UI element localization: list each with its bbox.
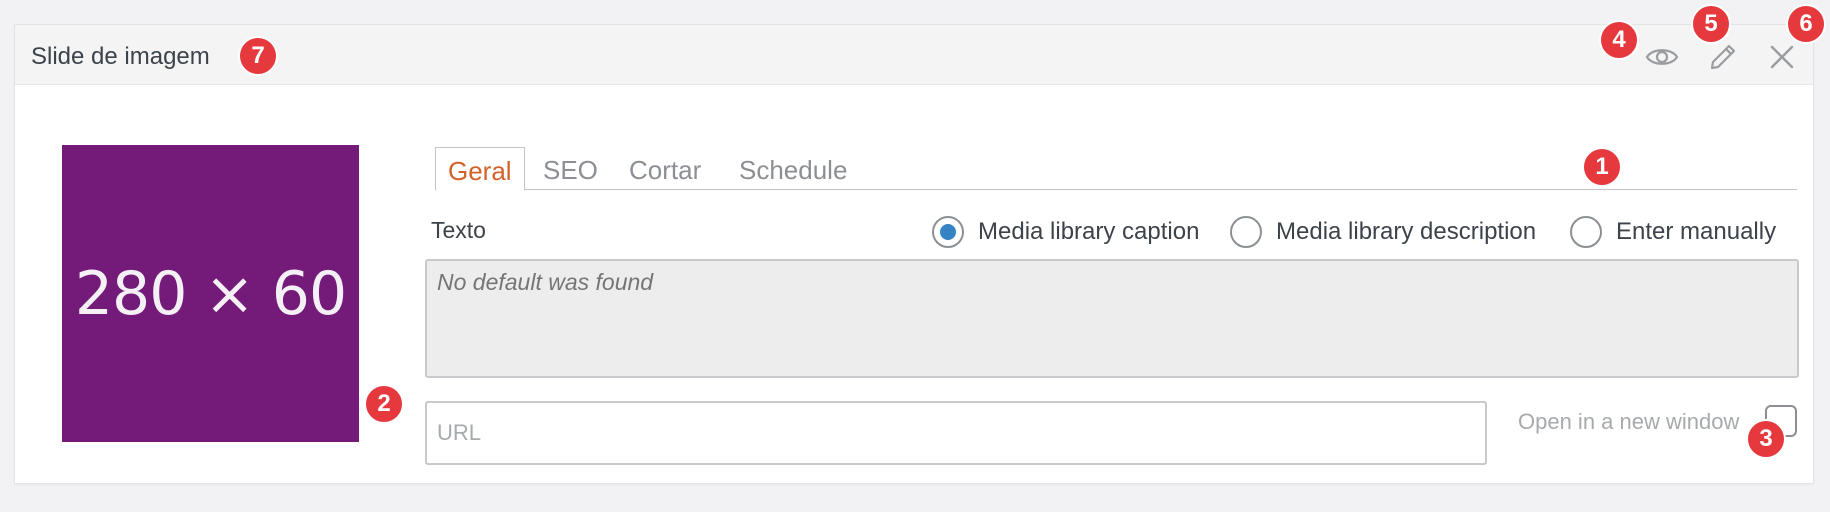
radio-selected-dot bbox=[940, 224, 956, 240]
image-thumbnail: 280 × 60 bbox=[62, 145, 359, 442]
image-slide-panel: Slide de imagem 280 × 60 Geral SEO Corta… bbox=[14, 24, 1814, 484]
radio-button[interactable] bbox=[932, 216, 964, 248]
open-new-window-label: Open in a new window bbox=[1518, 409, 1740, 434]
callout-badge: 7 bbox=[238, 36, 278, 76]
radio-enter-manually[interactable]: Enter manually bbox=[1570, 215, 1776, 249]
radio-media-library-description[interactable]: Media library description bbox=[1230, 215, 1536, 249]
radio-label: Media library description bbox=[1276, 218, 1537, 245]
panel-title: Slide de imagem bbox=[31, 43, 210, 70]
radio-button[interactable] bbox=[1230, 216, 1262, 248]
pencil-icon[interactable] bbox=[1705, 39, 1741, 75]
close-icon[interactable] bbox=[1764, 39, 1800, 75]
callout-badge: 5 bbox=[1691, 4, 1731, 44]
text-field-label: Texto bbox=[431, 217, 486, 243]
radio-media-library-caption[interactable]: Media library caption bbox=[932, 215, 1199, 249]
callout-badge: 3 bbox=[1746, 419, 1786, 459]
thumbnail-placeholder-text: 280 × 60 bbox=[74, 258, 347, 329]
eye-icon[interactable] bbox=[1644, 39, 1680, 75]
radio-label: Enter manually bbox=[1616, 218, 1777, 245]
radio-label: Media library caption bbox=[978, 218, 1200, 245]
callout-badge: 2 bbox=[364, 384, 404, 424]
callout-badge: 4 bbox=[1599, 20, 1639, 60]
radio-button[interactable] bbox=[1570, 216, 1602, 248]
tab-geral[interactable]: Geral bbox=[435, 147, 525, 191]
callout-badge: 6 bbox=[1786, 4, 1826, 44]
tab-schedule[interactable]: Schedule bbox=[727, 147, 859, 190]
url-input[interactable] bbox=[425, 401, 1487, 465]
callout-badge: 1 bbox=[1582, 147, 1622, 187]
tab-cortar[interactable]: Cortar bbox=[617, 147, 713, 190]
panel-header: Slide de imagem bbox=[15, 25, 1813, 85]
text-textarea[interactable] bbox=[425, 259, 1799, 378]
tab-seo[interactable]: SEO bbox=[531, 147, 610, 190]
